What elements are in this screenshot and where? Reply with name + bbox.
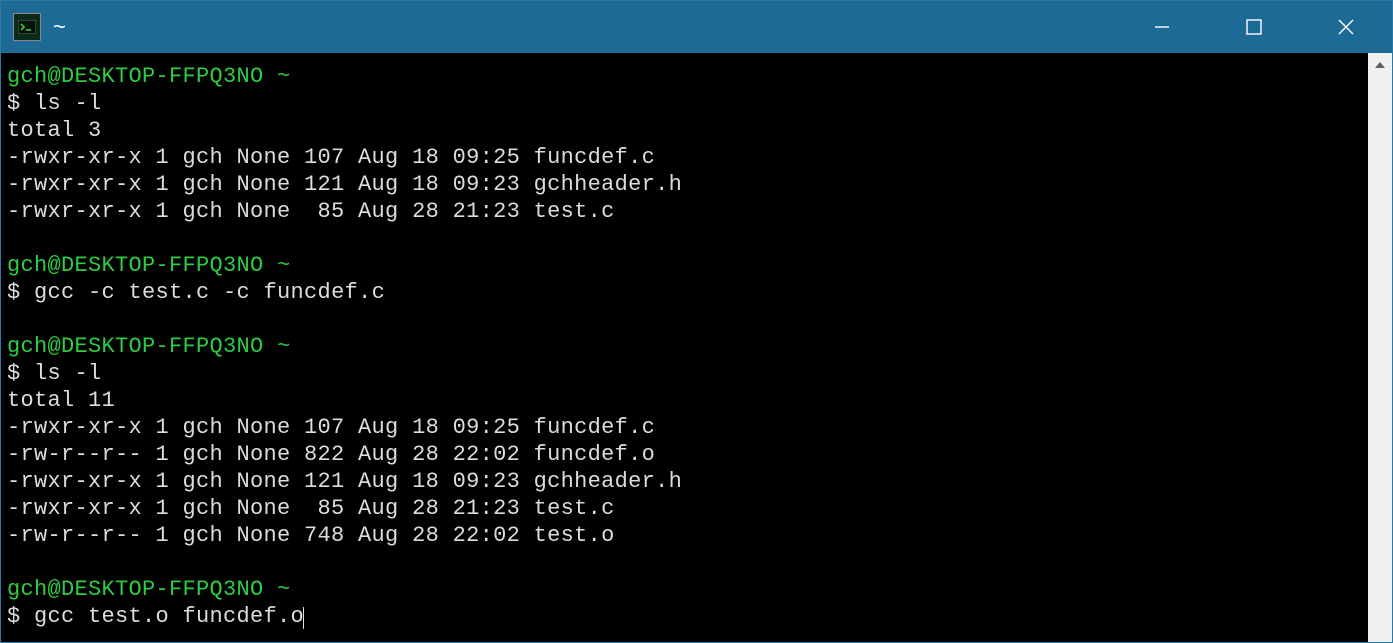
cursor xyxy=(303,607,304,629)
close-button[interactable] xyxy=(1300,1,1392,53)
output-line: total 3 xyxy=(7,118,102,143)
scrollbar-up-button[interactable] xyxy=(1368,53,1392,77)
vertical-scrollbar[interactable] xyxy=(1368,53,1392,642)
window-titlebar[interactable]: ~ xyxy=(1,1,1392,53)
prompt-symbol: $ xyxy=(7,91,34,116)
output-line: -rwxr-xr-x 1 gch None 85 Aug 28 21:23 te… xyxy=(7,199,615,224)
output-line: -rw-r--r-- 1 gch None 748 Aug 28 22:02 t… xyxy=(7,523,615,548)
prompt-symbol: $ xyxy=(7,280,34,305)
command-text: ls -l xyxy=(34,91,102,116)
prompt-symbol: $ xyxy=(7,361,34,386)
output-line: -rw-r--r-- 1 gch None 822 Aug 28 22:02 f… xyxy=(7,442,655,467)
maximize-button[interactable] xyxy=(1208,1,1300,53)
prompt-lead: gch@DESKTOP-FFPQ3NO ~ xyxy=(7,334,291,359)
output-line: -rwxr-xr-x 1 gch None 85 Aug 28 21:23 te… xyxy=(7,496,615,521)
output-line: -rwxr-xr-x 1 gch None 121 Aug 18 09:23 g… xyxy=(7,172,682,197)
window-body: gch@DESKTOP-FFPQ3NO ~ $ ls -l total 3 -r… xyxy=(1,53,1392,642)
output-line: -rwxr-xr-x 1 gch None 107 Aug 18 09:25 f… xyxy=(7,145,655,170)
output-line: total 11 xyxy=(7,388,115,413)
terminal-window: ~ gch@DESKTOP-FFPQ3NO ~ $ ls -l total 3 … xyxy=(0,0,1393,643)
app-icon xyxy=(13,13,41,41)
minimize-button[interactable] xyxy=(1116,1,1208,53)
command-text: gcc test.o funcdef.o xyxy=(34,604,304,629)
terminal-pane[interactable]: gch@DESKTOP-FFPQ3NO ~ $ ls -l total 3 -r… xyxy=(1,53,1368,642)
prompt-lead: gch@DESKTOP-FFPQ3NO ~ xyxy=(7,577,291,602)
prompt-lead: gch@DESKTOP-FFPQ3NO ~ xyxy=(7,64,291,89)
prompt-symbol: $ xyxy=(7,604,34,629)
prompt-lead: gch@DESKTOP-FFPQ3NO ~ xyxy=(7,253,291,278)
window-title: ~ xyxy=(53,14,66,40)
command-text: gcc -c test.c -c funcdef.c xyxy=(34,280,385,305)
output-line: -rwxr-xr-x 1 gch None 107 Aug 18 09:25 f… xyxy=(7,415,655,440)
output-line: -rwxr-xr-x 1 gch None 121 Aug 18 09:23 g… xyxy=(7,469,682,494)
window-controls xyxy=(1116,1,1392,53)
command-text: ls -l xyxy=(34,361,102,386)
